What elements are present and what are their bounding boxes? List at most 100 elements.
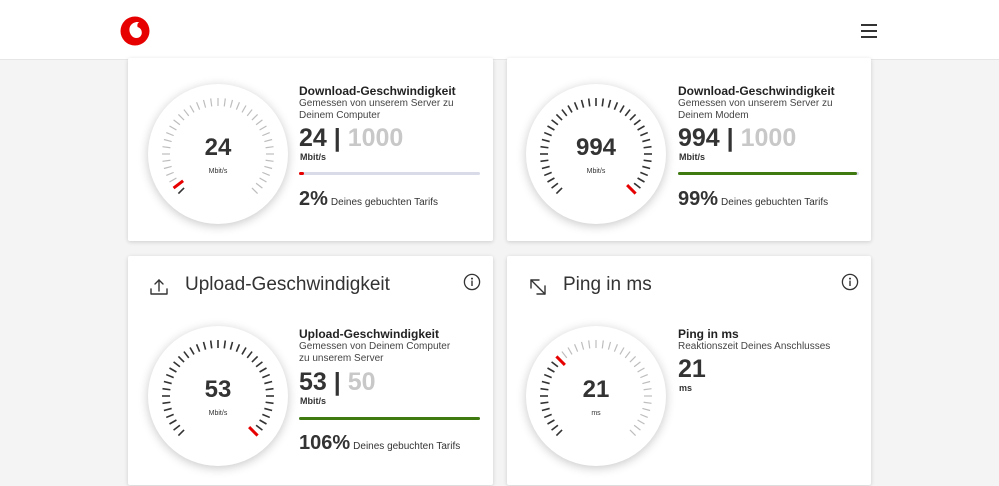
download-modem-gauge: 994 Mbit/s [526,84,666,224]
speed-unit: Mbit/s [300,152,326,162]
percent-value: 106% [299,432,351,454]
percent-value: 2% [299,188,328,210]
gauge-tick [251,355,259,363]
tariff-percentage: 106% Deines gebuchten Tarifs [299,432,460,455]
info-icon[interactable] [463,273,481,291]
gauge-tick [235,102,240,110]
gauge-tick [173,361,181,368]
gauge-tick [183,109,190,117]
info-icon[interactable] [841,273,859,291]
gauge-tick [255,182,263,189]
gauge-tick [561,109,568,117]
speed-unit: Mbit/s [679,152,705,162]
gauge-tick [255,119,263,126]
upload-gauge: 53 Mbit/s [148,326,288,466]
percent-label: Deines gebuchten Tarifs [353,441,461,452]
gauge-tick [246,109,253,117]
gauge-tick [246,351,253,359]
speed-values: 994 | 1000 [678,123,796,153]
percent-label: Deines gebuchten Tarifs [721,197,829,208]
top-header [0,0,999,60]
info-subtitle: Gemessen von unserem Server zu Deinem Mo… [678,98,833,121]
info-title: Upload-Geschwindigkeit [299,327,440,341]
separator: | [726,124,734,152]
hamburger-menu-icon[interactable] [859,21,881,39]
gauge-tick [633,424,641,431]
tariff-progress-bar [299,417,480,420]
gauge-tick [633,361,641,368]
gauge-tick [177,113,185,121]
upload-card: Upload-Geschwindigkeit 53 Mbit/s Upload-… [128,256,493,485]
ping-gauge: 21 ms [526,326,666,466]
gauge-tick [637,177,645,183]
gauge-tick [561,351,568,359]
ping-card: Ping in ms 21 ms Ping in ms Reaktionszei… [507,256,871,485]
download-computer-card: 24 Mbit/s Download-Geschwindigkeit Gemes… [128,58,493,241]
gauge-tick [169,367,177,373]
info-title: Ping in ms [678,327,739,341]
gauge-tick [173,424,181,431]
gauge-tick [259,177,267,183]
gauge-tick [169,125,177,131]
booked-speed: 50 [347,368,376,396]
gauge-tick [169,419,177,425]
gauge-value: 24 [204,134,232,161]
tariff-progress-fill [299,172,305,175]
gauge-tick [555,113,563,121]
gauge-tick [177,187,185,195]
gauge-tick [259,419,267,425]
gauge-tick [624,351,631,359]
gauge-tick [255,361,263,368]
gauge-tick [223,98,226,107]
gauge-tick [177,355,185,363]
gauge-value: 53 [204,376,232,403]
gauge-tick [588,340,591,349]
tariff-progress-fill [678,172,858,175]
gauge-tick [619,347,625,355]
gauge-tick [241,105,247,113]
gauge-tick [196,102,201,110]
speed-unit: Mbit/s [300,396,326,406]
percent-value: 99% [678,188,719,210]
gauge-tick [637,125,645,131]
gauge-tick [629,113,637,121]
gauge-tick [255,424,263,431]
gauge-tick [637,419,645,425]
tariff-progress-fill [299,417,480,420]
gauge-tick [551,424,559,431]
gauge-tick [210,98,213,107]
gauge-tick [567,347,573,355]
percent-label: Deines gebuchten Tarifs [330,197,439,208]
gauge-tick [547,419,555,425]
gauge-tick [637,367,645,373]
download-modem-card: 994 Mbit/s Download-Geschwindigkeit Geme… [507,58,871,241]
gauge-tick [580,341,585,350]
gauge-tick [607,99,612,108]
tariff-percentage: 99% Deines gebuchten Tarifs [678,188,828,211]
gauge-tick [547,125,555,131]
gauge-tick [574,344,579,352]
gauge-tick [189,105,195,113]
info-subtitle: Gemessen von unserem Server zu Deinem Co… [299,98,454,121]
gauge-tick [613,344,618,352]
speed-values: 24 | 1000 [299,123,403,153]
gauge-tick [551,361,559,368]
gauge-tick [251,113,259,121]
gauge-tick [173,119,181,126]
separator: | [333,124,341,152]
gauge-tick [223,340,227,349]
current-speed: 24 [299,124,327,152]
gauge-tick [248,426,259,437]
info-subtitle: Gemessen von Deinem Computer zu unserem … [299,341,451,364]
gauge-value: 21 [582,376,610,403]
vodafone-logo-icon[interactable] [120,16,150,46]
gauge-unit: Mbit/s [208,168,228,175]
card-heading: Ping in ms [563,274,652,295]
separator: | [333,368,341,396]
gauge-tick [259,367,267,373]
gauge-tick [607,341,612,350]
current-speed: 53 [299,368,327,396]
tariff-progress-bar [678,172,859,175]
gauge-tick [613,101,619,110]
gauge-tick [580,99,585,108]
